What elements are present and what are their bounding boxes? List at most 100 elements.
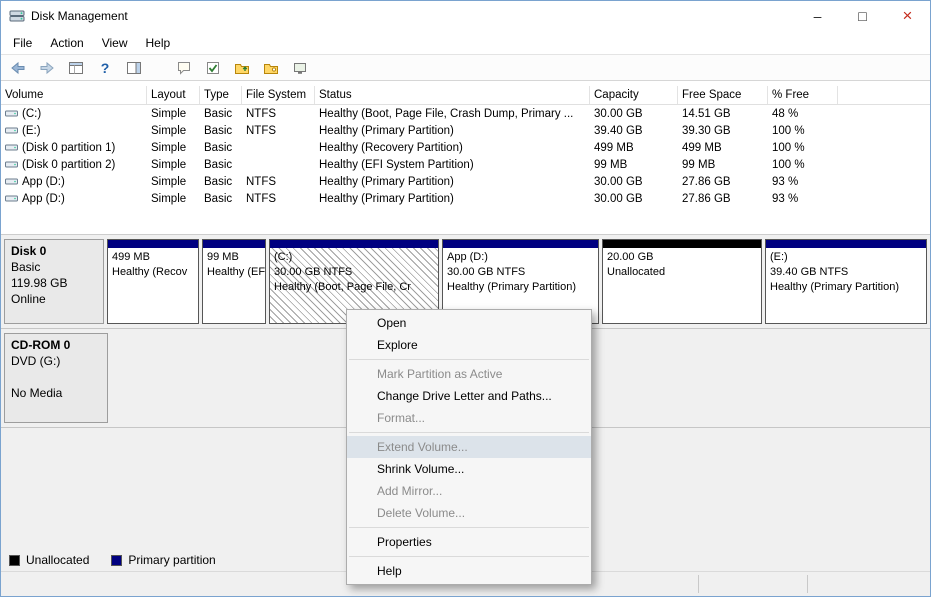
primary-partition-band bbox=[766, 240, 926, 248]
table-row[interactable]: (Disk 0 partition 2) Simple Basic Health… bbox=[1, 156, 930, 173]
cell-type: Basic bbox=[200, 176, 242, 188]
partition-size: 99 MB bbox=[207, 250, 261, 265]
column-header-type[interactable]: Type bbox=[200, 86, 242, 104]
table-row[interactable]: (C:) Simple Basic NTFS Healthy (Boot, Pa… bbox=[1, 105, 930, 122]
back-icon[interactable] bbox=[8, 58, 28, 78]
menu-separator bbox=[349, 527, 589, 528]
cdrom-info[interactable]: CD-ROM 0 DVD (G:) No Media bbox=[4, 333, 108, 423]
cell-status: Healthy (Primary Partition) bbox=[315, 125, 590, 137]
column-header-capacity[interactable]: Capacity bbox=[590, 86, 678, 104]
maximize-button[interactable]: □ bbox=[840, 1, 885, 31]
disk-name: Disk 0 bbox=[11, 243, 97, 259]
menubar: File Action View Help bbox=[1, 31, 930, 54]
menu-item-shrink-volume[interactable]: Shrink Volume... bbox=[347, 458, 591, 480]
drive-icon bbox=[5, 159, 18, 170]
primary-partition-band bbox=[203, 240, 265, 248]
console-tree-icon[interactable] bbox=[66, 58, 86, 78]
column-header-pctfree[interactable]: % Free bbox=[768, 86, 838, 104]
table-row[interactable]: (Disk 0 partition 1) Simple Basic Health… bbox=[1, 139, 930, 156]
column-header-filesystem[interactable]: File System bbox=[242, 86, 315, 104]
drive-icon bbox=[5, 142, 18, 153]
titlebar: Disk Management – □ × bbox=[1, 1, 930, 31]
partition-unallocated[interactable]: 20.00 GB Unallocated bbox=[602, 239, 762, 324]
cell-pct: 93 % bbox=[768, 193, 838, 205]
help-icon[interactable]: ? bbox=[95, 58, 115, 78]
volume-name: (C:) bbox=[22, 108, 41, 120]
table-row[interactable]: (E:) Simple Basic NTFS Healthy (Primary … bbox=[1, 122, 930, 139]
toolbar: ? bbox=[1, 54, 930, 81]
drive-icon bbox=[5, 125, 18, 136]
folder-up-icon[interactable] bbox=[232, 58, 252, 78]
cell-capacity: 39.40 GB bbox=[590, 125, 678, 137]
status-strip-separator bbox=[698, 575, 699, 593]
cdrom-status: No Media bbox=[11, 385, 101, 401]
menu-separator bbox=[349, 432, 589, 433]
forward-icon[interactable] bbox=[37, 58, 57, 78]
disk0-info[interactable]: Disk 0 Basic 119.98 GB Online bbox=[4, 239, 104, 324]
cell-pct: 100 % bbox=[768, 125, 838, 137]
partition-status: Unallocated bbox=[607, 265, 757, 280]
table-row[interactable]: App (D:) Simple Basic NTFS Healthy (Prim… bbox=[1, 190, 930, 207]
menu-item-format: Format... bbox=[347, 407, 591, 429]
popup-help-icon[interactable] bbox=[174, 58, 194, 78]
partition-size: 30.00 GB NTFS bbox=[274, 265, 434, 280]
menu-view[interactable]: View bbox=[93, 34, 137, 52]
menu-item-help[interactable]: Help bbox=[347, 560, 591, 582]
partition-status: Healthy (Primary Partition) bbox=[770, 280, 922, 295]
check-disk-icon[interactable] bbox=[203, 58, 223, 78]
volume-name: (Disk 0 partition 2) bbox=[22, 159, 115, 171]
folder-new-icon[interactable] bbox=[261, 58, 281, 78]
partition-e[interactable]: (E:) 39.40 GB NTFS Healthy (Primary Part… bbox=[765, 239, 927, 324]
partition-efi[interactable]: 99 MB Healthy (EF bbox=[202, 239, 266, 324]
cell-capacity: 30.00 GB bbox=[590, 193, 678, 205]
cell-free: 14.51 GB bbox=[678, 108, 768, 120]
column-header-filler bbox=[838, 86, 930, 104]
cell-layout: Simple bbox=[147, 193, 200, 205]
primary-partition-band bbox=[443, 240, 598, 248]
cell-capacity: 30.00 GB bbox=[590, 176, 678, 188]
menu-item-properties[interactable]: Properties bbox=[347, 531, 591, 553]
cell-type: Basic bbox=[200, 159, 242, 171]
partition-recovery[interactable]: 499 MB Healthy (Recov bbox=[107, 239, 199, 324]
cell-status: Healthy (Recovery Partition) bbox=[315, 142, 590, 154]
menu-separator bbox=[349, 359, 589, 360]
cell-type: Basic bbox=[200, 108, 242, 120]
column-header-layout[interactable]: Layout bbox=[147, 86, 200, 104]
primary-partition-band bbox=[108, 240, 198, 248]
menu-item-open[interactable]: Open bbox=[347, 312, 591, 334]
column-header-volume[interactable]: Volume bbox=[1, 86, 147, 104]
cell-fs: NTFS bbox=[242, 176, 315, 188]
cell-status: Healthy (Primary Partition) bbox=[315, 176, 590, 188]
menu-item-change-drive-letter[interactable]: Change Drive Letter and Paths... bbox=[347, 385, 591, 407]
partition-letter: (E:) bbox=[770, 250, 922, 265]
menu-item-extend-volume: Extend Volume... bbox=[347, 436, 591, 458]
app-icon bbox=[9, 9, 25, 23]
cell-capacity: 499 MB bbox=[590, 142, 678, 154]
partition-status: Healthy (Recov bbox=[112, 265, 194, 280]
volume-name: App (D:) bbox=[22, 176, 65, 188]
unallocated-label: Unallocated bbox=[26, 553, 89, 567]
close-button[interactable]: × bbox=[885, 1, 930, 31]
menu-help[interactable]: Help bbox=[137, 34, 180, 52]
cell-fs: NTFS bbox=[242, 193, 315, 205]
menu-item-add-mirror: Add Mirror... bbox=[347, 480, 591, 502]
table-row[interactable]: App (D:) Simple Basic NTFS Healthy (Prim… bbox=[1, 173, 930, 190]
disk-size: 119.98 GB bbox=[11, 275, 97, 291]
primary-partition-band bbox=[270, 240, 438, 248]
partition-size: 499 MB bbox=[112, 250, 194, 265]
partition-size: 39.40 GB NTFS bbox=[770, 265, 922, 280]
list-header: Volume Layout Type File System Status Ca… bbox=[1, 86, 930, 105]
partition-letter: App (D:) bbox=[447, 250, 594, 265]
column-header-status[interactable]: Status bbox=[315, 86, 590, 104]
menu-action[interactable]: Action bbox=[41, 34, 92, 52]
column-header-freespace[interactable]: Free Space bbox=[678, 86, 768, 104]
action-pane-icon[interactable] bbox=[124, 58, 144, 78]
screen-icon[interactable] bbox=[290, 58, 310, 78]
menu-file[interactable]: File bbox=[4, 34, 41, 52]
unallocated-band bbox=[603, 240, 761, 248]
minimize-button[interactable]: – bbox=[795, 1, 840, 31]
menu-item-delete-volume: Delete Volume... bbox=[347, 502, 591, 524]
primary-partition-swatch bbox=[111, 555, 122, 566]
cell-status: Healthy (Primary Partition) bbox=[315, 193, 590, 205]
menu-item-explore[interactable]: Explore bbox=[347, 334, 591, 356]
